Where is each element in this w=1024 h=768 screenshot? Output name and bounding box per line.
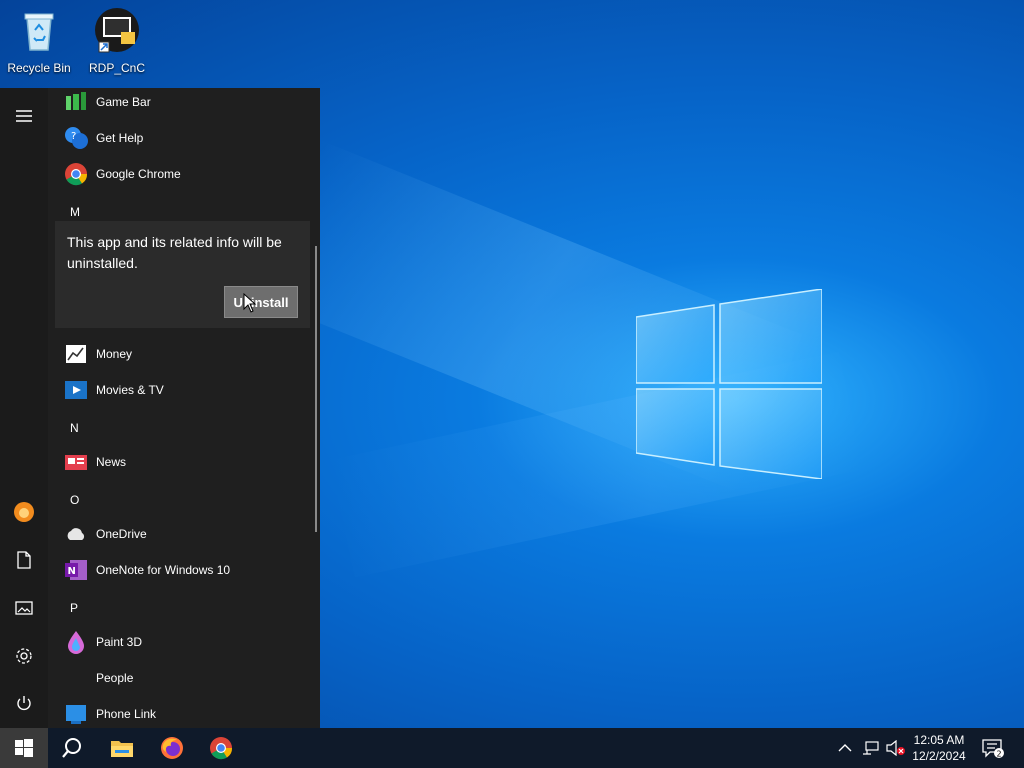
- pictures-icon: [15, 601, 33, 615]
- money-icon: [66, 345, 86, 363]
- letter-header-m[interactable]: M: [70, 205, 80, 219]
- app-list-scrollbar[interactable]: [315, 246, 317, 532]
- expand-menu-button[interactable]: [0, 94, 48, 138]
- get-help-icon: ?: [65, 127, 88, 149]
- app-item-google-chrome[interactable]: Google Chrome: [56, 156, 310, 192]
- start-button[interactable]: [0, 728, 48, 768]
- movies-tv-icon: [65, 381, 87, 399]
- app-label: Paint 3D: [96, 635, 143, 649]
- taskbar-chrome[interactable]: [197, 728, 245, 768]
- app-label: Google Chrome: [96, 167, 181, 181]
- app-item-news[interactable]: News: [56, 444, 310, 480]
- news-icon: [65, 455, 87, 470]
- volume-muted-icon: [886, 740, 905, 756]
- taskbar: 12:05 AM 12/2/2024 2: [0, 728, 1024, 768]
- chrome-icon: [65, 163, 88, 186]
- chrome-icon: [210, 737, 233, 760]
- clock-time: 12:05 AM: [913, 733, 965, 747]
- desktop-icon-label: RDP_CnC: [88, 61, 145, 75]
- volume-tray-button[interactable]: [886, 728, 906, 768]
- app-item-get-help[interactable]: ? Get Help: [56, 120, 310, 156]
- app-label: News: [96, 455, 127, 469]
- app-item-phone-link[interactable]: Phone Link: [56, 696, 310, 732]
- app-label: People: [96, 671, 134, 685]
- start-rail: [0, 88, 48, 728]
- network-tray-button[interactable]: [862, 728, 880, 768]
- app-item-onenote[interactable]: N OneNote for Windows 10: [56, 552, 310, 588]
- show-hidden-icons-button[interactable]: [838, 728, 852, 768]
- recycle-bin-icon: [24, 13, 54, 51]
- action-center-button[interactable]: 2: [982, 728, 1004, 768]
- letter-header-n[interactable]: N: [70, 421, 79, 435]
- search-icon: [62, 738, 81, 758]
- app-item-game-bar[interactable]: Game Bar: [56, 84, 310, 120]
- pictures-button[interactable]: [0, 586, 48, 630]
- desktop-icon-label: Recycle Bin: [7, 61, 71, 75]
- app-label: Game Bar: [96, 95, 151, 109]
- notifications-icon: 2: [982, 739, 1004, 759]
- desktop-icon-recycle-bin[interactable]: Recycle Bin: [0, 6, 78, 75]
- app-item-onedrive[interactable]: OneDrive: [56, 516, 310, 552]
- start-menu: Game Bar ? Get Help Google Chrome M Mone…: [0, 88, 320, 728]
- taskbar-clock[interactable]: 12:05 AM 12/2/2024: [908, 732, 970, 764]
- app-item-money[interactable]: Money: [56, 336, 310, 372]
- app-label: Get Help: [96, 131, 144, 145]
- user-avatar-icon: [14, 502, 34, 522]
- uninstall-confirm-flyout: This app and its related info will be un…: [55, 221, 310, 328]
- hamburger-icon: [16, 110, 32, 122]
- app-item-movies-tv[interactable]: Movies & TV: [56, 372, 310, 408]
- app-label: Phone Link: [96, 707, 157, 721]
- svg-text:?: ?: [71, 131, 76, 142]
- chevron-up-icon: [838, 744, 852, 752]
- windows-wallpaper-logo: [636, 289, 822, 479]
- app-item-people[interactable]: People: [56, 660, 310, 696]
- svg-text:N: N: [68, 566, 76, 577]
- paint3d-icon: [68, 631, 84, 654]
- app-item-paint-3d[interactable]: Paint 3D: [56, 624, 310, 660]
- settings-button[interactable]: [0, 634, 48, 678]
- app-label: OneDrive: [96, 527, 147, 541]
- people-icon: [64, 666, 88, 690]
- uninstall-message: This app and its related info will be un…: [67, 234, 282, 271]
- taskbar-file-explorer[interactable]: [98, 728, 146, 768]
- network-icon: [863, 741, 879, 755]
- windows-start-icon: [15, 739, 33, 757]
- user-account-button[interactable]: [0, 490, 48, 534]
- uninstall-button[interactable]: Uninstall: [224, 286, 298, 318]
- app-label: Money: [96, 347, 133, 361]
- app-label: OneNote for Windows 10: [96, 563, 231, 577]
- mouse-cursor-icon: [243, 293, 257, 313]
- desktop-icon-rdp-cnc[interactable]: RDP_CnC: [78, 6, 156, 75]
- documents-icon: [17, 551, 31, 569]
- rdp-shortcut-icon: [95, 8, 139, 53]
- documents-button[interactable]: [0, 538, 48, 582]
- taskbar-firefox[interactable]: [148, 728, 196, 768]
- app-label: Movies & TV: [96, 383, 164, 397]
- firefox-icon: [161, 737, 183, 759]
- onedrive-icon: [67, 528, 85, 540]
- power-icon: [17, 696, 31, 711]
- game-bar-icon: [66, 92, 86, 110]
- file-explorer-icon: [111, 741, 133, 757]
- notification-count: 2: [997, 750, 1002, 759]
- settings-icon: [16, 648, 32, 664]
- onenote-icon: N: [65, 560, 87, 580]
- search-button[interactable]: [48, 728, 96, 768]
- letter-header-p[interactable]: P: [70, 601, 78, 615]
- clock-date: 12/2/2024: [912, 749, 966, 763]
- letter-header-o[interactable]: O: [70, 493, 79, 507]
- phone-link-icon: [66, 705, 86, 724]
- power-button[interactable]: [0, 682, 48, 726]
